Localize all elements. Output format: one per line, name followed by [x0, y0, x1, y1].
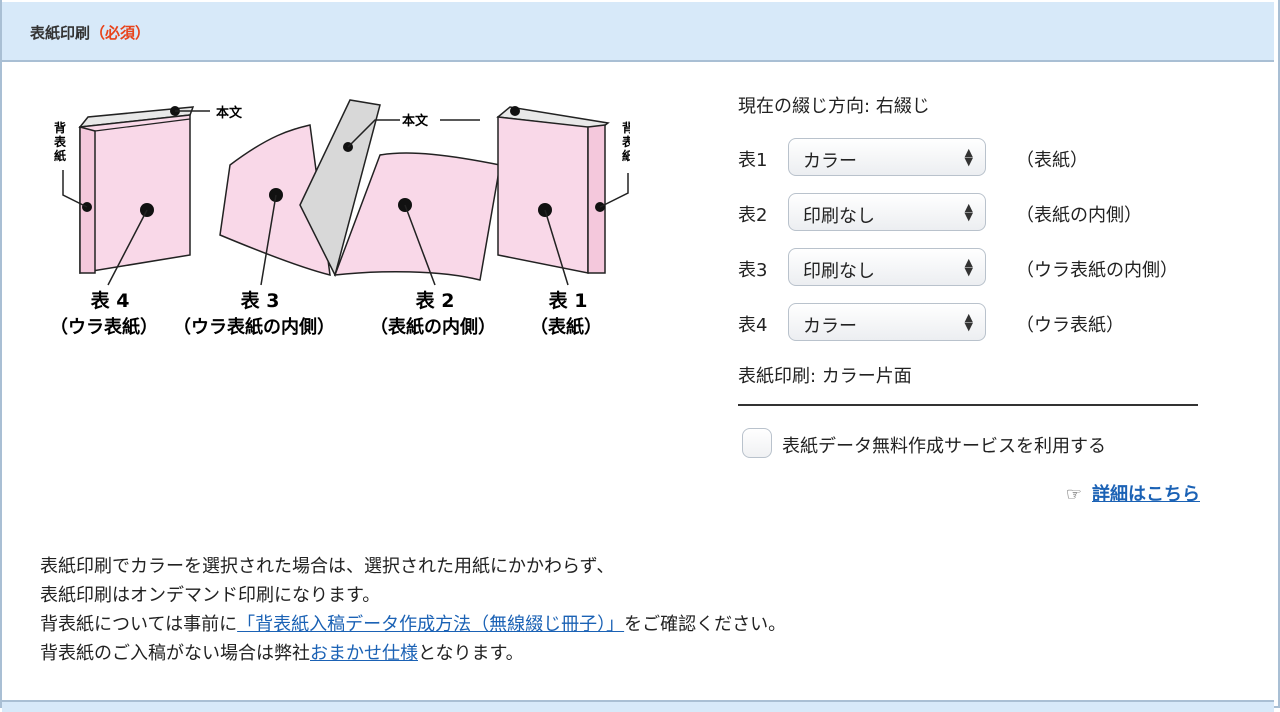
select-value: カラー: [803, 316, 857, 337]
callout-spine-left: 背表紙: [53, 120, 67, 163]
note-line: 表紙印刷でカラーを選択された場合は、選択された用紙にかかわらず、: [40, 556, 615, 577]
section-title-text: 表紙印刷: [30, 24, 91, 42]
next-section-header: [2, 700, 1274, 712]
spine-guide-link[interactable]: 「背表紙入稿データ作成方法（無線綴じ冊子）」: [237, 614, 624, 635]
caption-number-4: 表 4: [91, 289, 130, 312]
note-text: 背表紙については事前に: [40, 614, 238, 635]
note-text: 背表紙のご入稿がない場合は弊社: [40, 643, 310, 664]
details-link[interactable]: 詳細はこちら: [1092, 484, 1200, 505]
note-line-spine: 背表紙については事前に「背表紙入稿データ作成方法（無線綴じ冊子）」をご確認くださ…: [40, 610, 1240, 639]
binding-direction-text: 現在の綴じ方向: 右綴じ: [738, 96, 930, 117]
note-line: 表紙印刷はオンデマンド印刷になります。: [40, 585, 381, 606]
cover-diagram: 本文 本文 背表紙 背表紙 表 4 （ウラ表紙） 表 3 （ウラ表紙の内側） 表…: [50, 99, 630, 338]
details-link-row: ☞ 詳細はこちら: [1066, 480, 1200, 506]
updown-arrow-icon: ▲ ▼: [964, 256, 973, 278]
caption-number-3: 表 3: [241, 289, 280, 312]
cover-3-select[interactable]: 印刷なし ▲ ▼: [788, 248, 986, 286]
section-header: 表紙印刷（必須）: [2, 2, 1274, 62]
caption-number-1: 表 1: [549, 289, 588, 312]
callout-honbun-mid: 本文: [402, 113, 429, 129]
select-value: 印刷なし: [803, 206, 875, 227]
select-value: カラー: [803, 151, 857, 172]
cover-print-summary: 表紙印刷: カラー片面: [738, 366, 912, 387]
callout-spine-right: 背表紙: [621, 120, 630, 163]
caption-desc-3: （ウラ表紙の内側）: [173, 316, 335, 338]
caption-number-2: 表 2: [416, 289, 455, 312]
caption-desc-2: （表紙の内側）: [370, 316, 496, 338]
updown-arrow-icon: ▲ ▼: [964, 201, 973, 223]
free-cover-service-option[interactable]: 表紙データ無料作成サービスを利用する: [742, 428, 1202, 464]
caption-desc-1: （表紙）: [530, 316, 602, 338]
cover-row-label: 表1: [738, 150, 768, 171]
cover-row-4: 表4 カラー ▲ ▼ （ウラ表紙）: [738, 303, 1200, 343]
cover-notes: 表紙印刷でカラーを選択された場合は、選択された用紙にかかわらず、 表紙印刷はオン…: [40, 552, 1240, 668]
cover-row-3: 表3 印刷なし ▲ ▼ （ウラ表紙の内側）: [738, 248, 1200, 288]
cover-2-select[interactable]: 印刷なし ▲ ▼: [788, 193, 986, 231]
cover-row-desc: （表紙）: [1016, 150, 1088, 171]
updown-arrow-icon: ▲ ▼: [964, 311, 973, 333]
required-badge: （必須）: [90, 24, 151, 42]
note-line-default: 背表紙のご入稿がない場合は弊社おまかせ仕様となります。: [40, 639, 1240, 668]
cover-4-select[interactable]: カラー ▲ ▼: [788, 303, 986, 341]
free-cover-service-checkbox[interactable]: [742, 428, 772, 458]
note-text: となります。: [418, 643, 524, 664]
section-title: 表紙印刷（必須）: [30, 22, 150, 43]
book-front-cover-illustration: [496, 106, 629, 286]
note-text: をご確認ください。: [624, 614, 787, 635]
open-book-illustration: [219, 99, 501, 286]
cover-row-label: 表3: [738, 260, 768, 281]
cover-row-label: 表2: [738, 205, 768, 226]
omakase-spec-link[interactable]: おまかせ仕様: [310, 643, 418, 664]
divider: [738, 404, 1198, 406]
cover-1-select[interactable]: カラー ▲ ▼: [788, 138, 986, 176]
cover-row-desc: （ウラ表紙）: [1016, 315, 1124, 336]
free-cover-service-label[interactable]: 表紙データ無料作成サービスを利用する: [782, 432, 1106, 458]
cover-row-label: 表4: [738, 315, 768, 336]
pointing-hand-icon: ☞: [1065, 484, 1082, 505]
caption-desc-4: （ウラ表紙）: [50, 316, 158, 338]
cover-row-2: 表2 印刷なし ▲ ▼ （表紙の内側）: [738, 193, 1200, 233]
cover-row-desc: （ウラ表紙の内側）: [1016, 260, 1178, 281]
callout-honbun-left: 本文: [216, 105, 243, 121]
select-value: 印刷なし: [803, 261, 875, 282]
cover-row-1: 表1 カラー ▲ ▼ （表紙）: [738, 138, 1200, 178]
updown-arrow-icon: ▲ ▼: [964, 146, 973, 168]
cover-row-desc: （表紙の内側）: [1016, 205, 1142, 226]
